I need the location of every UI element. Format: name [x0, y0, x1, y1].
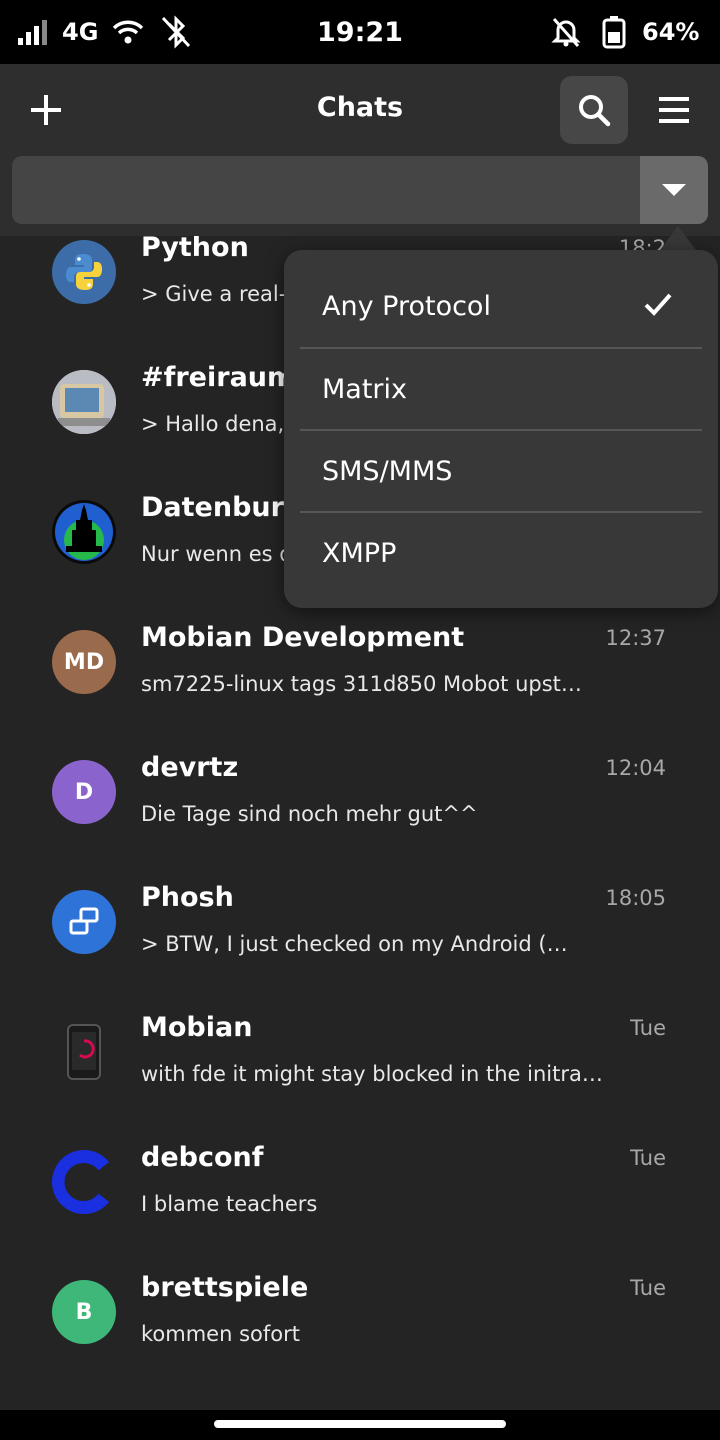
menu-item-xmpp[interactable]: XMPP — [300, 513, 702, 593]
castle-logo-icon — [52, 500, 116, 564]
chat-row-mobian-development[interactable]: MD Mobian Development sm7225-linux tags … — [0, 604, 720, 734]
menu-item-sms-mms[interactable]: SMS/MMS — [300, 431, 702, 511]
avatar-initials: B — [52, 1280, 116, 1344]
chevron-down-icon — [662, 184, 686, 196]
search-input[interactable] — [12, 156, 640, 224]
chat-time: Tue — [630, 1276, 666, 1300]
chat-preview: Nur wenn es d — [141, 542, 293, 566]
chat-time: 12:04 — [605, 756, 666, 780]
chat-name: brettspiele — [141, 1272, 309, 1303]
chat-row-brettspiele[interactable]: B brettspiele kommen sofort Tue — [0, 1254, 720, 1384]
chat-preview: > Give a real- — [141, 282, 287, 306]
chat-row-phosh[interactable]: Phosh > BTW, I just checked on my Androi… — [0, 864, 720, 994]
chat-time: 18:05 — [605, 886, 666, 910]
chat-time: 12:37 — [605, 626, 666, 650]
chat-name: Mobian Development — [141, 622, 465, 653]
popover-arrow — [660, 226, 696, 250]
hamburger-menu-icon — [659, 97, 689, 123]
debconf-logo-icon — [52, 1150, 116, 1214]
chat-preview: with fde it might stay blocked in the in… — [141, 1062, 603, 1086]
home-indicator[interactable] — [214, 1420, 506, 1428]
menu-item-label: SMS/MMS — [322, 455, 453, 487]
chat-time: Tue — [630, 1016, 666, 1040]
battery-percentage: 64% — [642, 18, 700, 46]
menu-item-any-protocol[interactable]: Any Protocol — [300, 266, 702, 346]
chat-name: #freiraum — [141, 362, 296, 393]
menu-item-label: Any Protocol — [322, 290, 491, 322]
chat-preview: Die Tage sind noch mehr gut^^ — [141, 802, 478, 826]
navigation-bar — [0, 1410, 720, 1440]
chat-name: Python — [141, 236, 249, 263]
checkmark-icon — [644, 293, 672, 316]
battery-icon — [602, 0, 626, 64]
search-toggle-button[interactable] — [560, 76, 628, 144]
protocol-menu: Any Protocol Matrix SMS/MMS XMPP — [284, 250, 718, 608]
menu-item-matrix[interactable]: Matrix — [300, 349, 702, 429]
chat-name: debconf — [141, 1142, 264, 1173]
chat-preview: > Hallo dena, — [141, 412, 285, 436]
chat-row-debconf[interactable]: debconf I blame teachers Tue — [0, 1124, 720, 1254]
chat-name: Datenburg — [141, 492, 304, 523]
chat-time: Tue — [630, 1146, 666, 1170]
protocol-dropdown-button[interactable] — [640, 156, 708, 224]
avatar-initials: MD — [52, 630, 116, 694]
chat-preview: sm7225-linux tags 311d850 Mobot upst… — [141, 672, 582, 696]
status-bar: 4G 19:21 64% — [0, 0, 720, 64]
menu-item-label: XMPP — [322, 537, 397, 569]
freiraum-avatar — [52, 370, 116, 434]
chat-name: devrtz — [141, 752, 239, 783]
chat-name: Mobian — [141, 1012, 253, 1043]
chat-name: Phosh — [141, 882, 234, 913]
chat-row-devrtz[interactable]: D devrtz Die Tage sind noch mehr gut^^ 1… — [0, 734, 720, 864]
phone-icon — [52, 1020, 116, 1084]
menu-item-label: Matrix — [322, 373, 408, 405]
phosh-logo-icon — [52, 890, 116, 954]
header-bar: Chats — [0, 64, 720, 236]
chat-row-mobian[interactable]: Mobian with fde it might stay blocked in… — [0, 994, 720, 1124]
search-icon — [579, 95, 611, 127]
python-logo-icon — [52, 240, 116, 304]
chat-preview: kommen sofort — [141, 1322, 300, 1346]
chat-preview: > BTW, I just checked on my Android (… — [141, 932, 568, 956]
chat-preview: I blame teachers — [141, 1192, 318, 1216]
notifications-off-icon — [550, 0, 582, 64]
main-menu-button[interactable] — [640, 76, 708, 144]
avatar-initials: D — [52, 760, 116, 824]
